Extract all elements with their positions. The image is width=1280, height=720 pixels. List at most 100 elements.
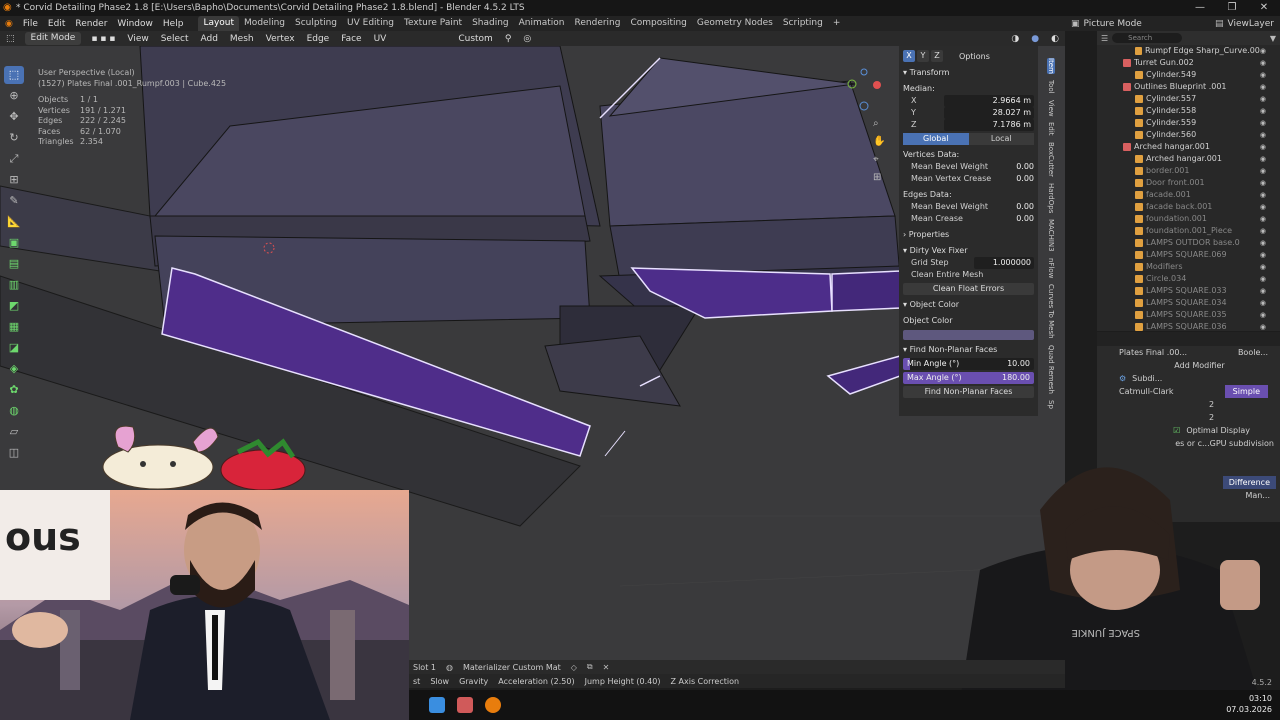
loop-cut-tool-icon[interactable]: ▦ [4, 318, 24, 336]
outliner-item[interactable]: facade.001 ◉ [1097, 189, 1280, 201]
outliner-item[interactable]: Turret Gun.002 ◉ [1097, 57, 1280, 69]
properties-header[interactable]: › Properties [903, 229, 1034, 241]
simple-button[interactable]: Simple [1224, 385, 1268, 398]
outliner-item[interactable]: Modifiers ◉ [1097, 261, 1280, 273]
visibility-eye-icon[interactable]: ◉ [1260, 297, 1266, 309]
visibility-eye-icon[interactable]: ◉ [1260, 153, 1266, 165]
orientation-dropdown[interactable]: Custom [452, 34, 498, 44]
tab-curves-to-mesh[interactable]: Curves To Mesh [1047, 284, 1055, 339]
menu-edge[interactable]: Edge [301, 34, 336, 44]
ortho-toggle-icon[interactable]: ⊞ [873, 172, 881, 183]
blender-menu-icon[interactable]: ◉ [0, 19, 18, 29]
min-angle-slider[interactable]: Min Angle (°) 10.00 [903, 358, 1034, 370]
visibility-eye-icon[interactable]: ◉ [1260, 225, 1266, 237]
editor-type-icon[interactable]: ⬚ [0, 34, 21, 44]
outliner-item[interactable]: LAMPS OUTDOR base.0 ◉ [1097, 237, 1280, 249]
rip-tool-icon[interactable]: ◫ [4, 444, 24, 462]
knife-tool-icon[interactable]: ◪ [4, 339, 24, 357]
add-workspace-button[interactable]: + [828, 16, 846, 31]
maximize-button[interactable]: ❐ [1216, 0, 1248, 16]
rotate-tool-icon[interactable]: ↻ [4, 129, 24, 147]
add-modifier-button[interactable]: Add Modifier [1097, 359, 1280, 372]
visibility-eye-icon[interactable]: ◉ [1260, 249, 1266, 261]
menu-window[interactable]: Window [112, 19, 158, 29]
outliner-item[interactable]: Cylinder.558 ◉ [1097, 105, 1280, 117]
options-dropdown[interactable]: Options [959, 52, 990, 61]
outliner-item[interactable]: Door front.001 ◉ [1097, 177, 1280, 189]
material-name-field[interactable]: Materializer Custom Mat [463, 663, 561, 672]
bevel-tool-icon[interactable]: ◩ [4, 297, 24, 315]
snap-icon[interactable]: ⚲ [499, 34, 518, 44]
mirror-y-toggle[interactable]: Y [917, 50, 929, 62]
tab-tool[interactable]: Tool [1047, 80, 1055, 94]
spin-tool-icon[interactable]: ✿ [4, 381, 24, 399]
walk-slow-label[interactable]: Slow [430, 677, 449, 686]
outliner-item[interactable]: LAMPS SQUARE.034 ◉ [1097, 297, 1280, 309]
outliner-item[interactable]: facade back.001 ◉ [1097, 201, 1280, 213]
outliner-item[interactable]: Cylinder.557 ◉ [1097, 93, 1280, 105]
visibility-eye-icon[interactable]: ◉ [1260, 81, 1266, 93]
mirror-x-toggle[interactable]: X [903, 50, 915, 62]
menu-view[interactable]: View [121, 34, 154, 44]
menu-file[interactable]: File [18, 19, 43, 29]
transform-tool-icon[interactable]: ⊞ [4, 171, 24, 189]
tab-shading[interactable]: Shading [467, 16, 514, 31]
visibility-eye-icon[interactable]: ◉ [1260, 309, 1266, 321]
tab-hardops[interactable]: HardOps [1047, 183, 1055, 213]
proportional-edit-icon[interactable]: ◎ [517, 34, 537, 44]
vertex-bevel-row[interactable]: Mean Bevel Weight 0.00 [903, 161, 1034, 173]
median-z-field[interactable]: 7.1786 m [944, 119, 1034, 131]
gravity-toggle[interactable]: Gravity [459, 677, 488, 686]
tab-boxcutter[interactable]: BoxCutter [1047, 142, 1055, 177]
overlay-toggle-icon[interactable]: ◑ [1005, 34, 1025, 44]
global-toggle[interactable]: Global [903, 133, 969, 145]
tab-rendering[interactable]: Rendering [570, 16, 626, 31]
tab-nflow[interactable]: nFlow [1047, 258, 1055, 278]
outliner-item[interactable]: LAMPS SQUARE.069 ◉ [1097, 249, 1280, 261]
outliner-item[interactable]: Cylinder.549 ◉ [1097, 69, 1280, 81]
tab-modeling[interactable]: Modeling [239, 16, 290, 31]
visibility-eye-icon[interactable]: ◉ [1260, 321, 1266, 331]
edge-bevel-row[interactable]: Mean Bevel Weight 0.00 [903, 201, 1034, 213]
outliner-item[interactable]: border.001 ◉ [1097, 165, 1280, 177]
z-axis-correction-toggle[interactable]: Z Axis Correction [670, 677, 739, 686]
outliner-item[interactable]: Outlines Blueprint .001 ◉ [1097, 81, 1280, 93]
menu-render[interactable]: Render [70, 19, 112, 29]
pan-hand-icon[interactable]: ✋ [873, 136, 885, 147]
outliner-item[interactable]: foundation.001_Piece ◉ [1097, 225, 1280, 237]
grid-step-field[interactable]: 1.000000 [974, 257, 1034, 269]
cursor-tool-icon[interactable]: ⊕ [4, 87, 24, 105]
median-y-field[interactable]: 28.027 m [944, 107, 1034, 119]
minimize-button[interactable]: — [1184, 0, 1216, 16]
visibility-eye-icon[interactable]: ◉ [1260, 189, 1266, 201]
visibility-eye-icon[interactable]: ◉ [1260, 105, 1266, 117]
outliner-item[interactable]: LAMPS SQUARE.036 ◉ [1097, 321, 1280, 331]
tab-texture-paint[interactable]: Texture Paint [399, 16, 467, 31]
max-angle-slider[interactable]: Max Angle (°) 180.00 [903, 372, 1034, 384]
outliner-item[interactable]: Arched hangar.001 ◉ [1097, 153, 1280, 165]
notepad-app-icon[interactable] [429, 697, 445, 713]
tab-machin3[interactable]: MACHIN3 [1047, 219, 1055, 252]
zoom-icon[interactable]: ⌕ [873, 118, 879, 129]
tab-compositing[interactable]: Compositing [625, 16, 691, 31]
image-viewer-app-icon[interactable] [457, 697, 473, 713]
tab-quad-remesh[interactable]: Quad Remesh [1047, 345, 1055, 394]
outliner-editor-icon[interactable]: ☰ [1101, 34, 1108, 43]
visibility-eye-icon[interactable]: ◉ [1260, 237, 1266, 249]
local-toggle[interactable]: Local [968, 133, 1034, 145]
shield-icon[interactable]: ◇ [571, 663, 577, 672]
annotate-tool-icon[interactable]: ✎ [4, 192, 24, 210]
visibility-eye-icon[interactable]: ◉ [1260, 261, 1266, 273]
tab-item[interactable]: Item [1047, 58, 1055, 74]
smooth-tool-icon[interactable]: ◍ [4, 402, 24, 420]
levels-viewport-row[interactable]: 2 [1097, 398, 1280, 411]
shading-solid-icon[interactable]: ● [1025, 34, 1045, 44]
visibility-eye-icon[interactable]: ◉ [1260, 177, 1266, 189]
filter-icon[interactable]: ▼ [1270, 34, 1276, 43]
move-tool-icon[interactable]: ✥ [4, 108, 24, 126]
menu-help[interactable]: Help [158, 19, 189, 29]
modifier-header[interactable]: ⚙ Subdi... [1097, 372, 1280, 385]
visibility-eye-icon[interactable]: ◉ [1260, 213, 1266, 225]
outliner-item[interactable]: Arched hangar.001 ◉ [1097, 141, 1280, 153]
blender-app-icon[interactable] [485, 697, 501, 713]
